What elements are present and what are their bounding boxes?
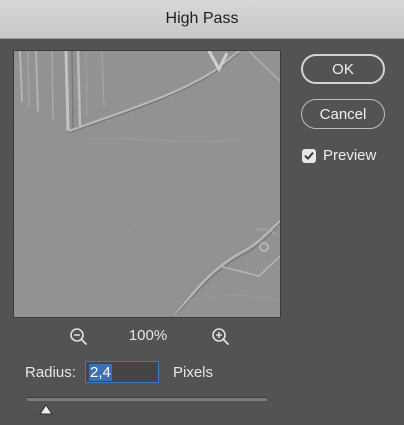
filter-preview-image[interactable] [13,50,281,318]
ok-button-label: OK [332,60,354,78]
radius-input[interactable]: 2,4 [85,361,159,383]
zoom-out-icon[interactable] [68,326,90,348]
zoom-level: 100% [128,327,168,344]
high-pass-preview-texture [14,51,280,317]
cancel-button-label: Cancel [319,105,367,123]
zoom-in-icon[interactable] [210,326,232,348]
dialog-title: High Pass [165,10,239,27]
cancel-button[interactable]: Cancel [301,99,385,129]
radius-slider-track[interactable] [27,397,267,401]
radius-slider-thumb[interactable] [38,403,54,415]
dialog-titlebar[interactable]: High Pass [0,0,404,39]
preview-label: Preview [323,147,377,164]
zoom-controls: 100% [13,322,279,350]
radius-label: Radius: [25,364,76,381]
ok-button[interactable]: OK [301,54,385,84]
radius-value: 2,4 [89,363,112,381]
radius-units-label: Pixels [173,364,214,381]
checkbox-checked-icon[interactable] [302,148,316,163]
preview-checkbox[interactable]: Preview [302,147,376,164]
